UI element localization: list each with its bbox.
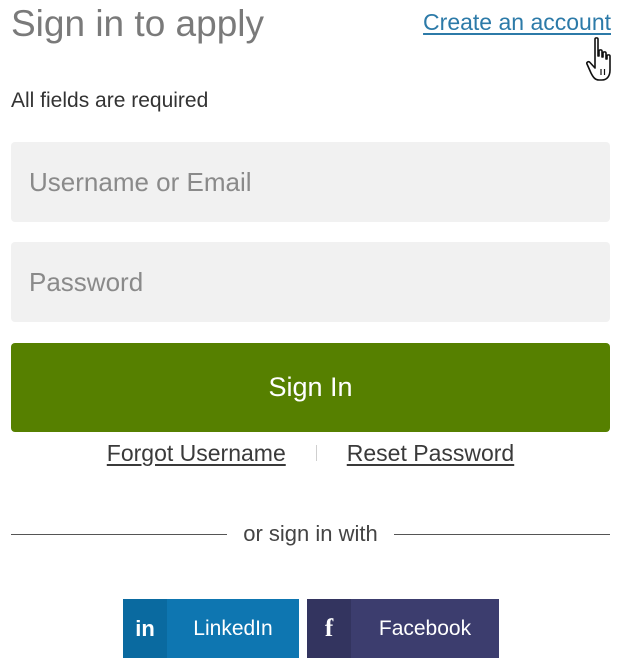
facebook-icon: f [307, 599, 351, 658]
link-separator [315, 445, 317, 461]
create-account-link[interactable]: Create an account [423, 8, 611, 36]
social-divider-text: or sign in with [243, 521, 378, 546]
linkedin-sign-in-button[interactable]: in LinkedIn [123, 599, 299, 658]
password-input[interactable] [11, 242, 610, 322]
sign-in-button[interactable]: Sign In [11, 343, 610, 432]
divider-line-left [11, 533, 228, 535]
social-divider: or sign in with [11, 520, 611, 548]
required-fields-note: All fields are required [11, 89, 209, 112]
forgot-username-link[interactable]: Forgot Username [107, 438, 286, 468]
facebook-label: Facebook [378, 616, 472, 640]
linkedin-icon: in [123, 599, 167, 658]
hand-pointer-cursor-icon [586, 37, 611, 81]
username-email-input[interactable] [11, 142, 610, 222]
sign-in-panel: Sign in to apply Create an account All f… [0, 0, 621, 658]
reset-password-link[interactable]: Reset Password [347, 438, 514, 468]
facebook-sign-in-button[interactable]: f Facebook [307, 599, 499, 658]
divider-line-right [393, 533, 611, 535]
account-recovery-links: Forgot Username Reset Password [0, 438, 621, 468]
linkedin-label: LinkedIn [193, 616, 273, 640]
page-title: Sign in to apply [11, 3, 265, 44]
